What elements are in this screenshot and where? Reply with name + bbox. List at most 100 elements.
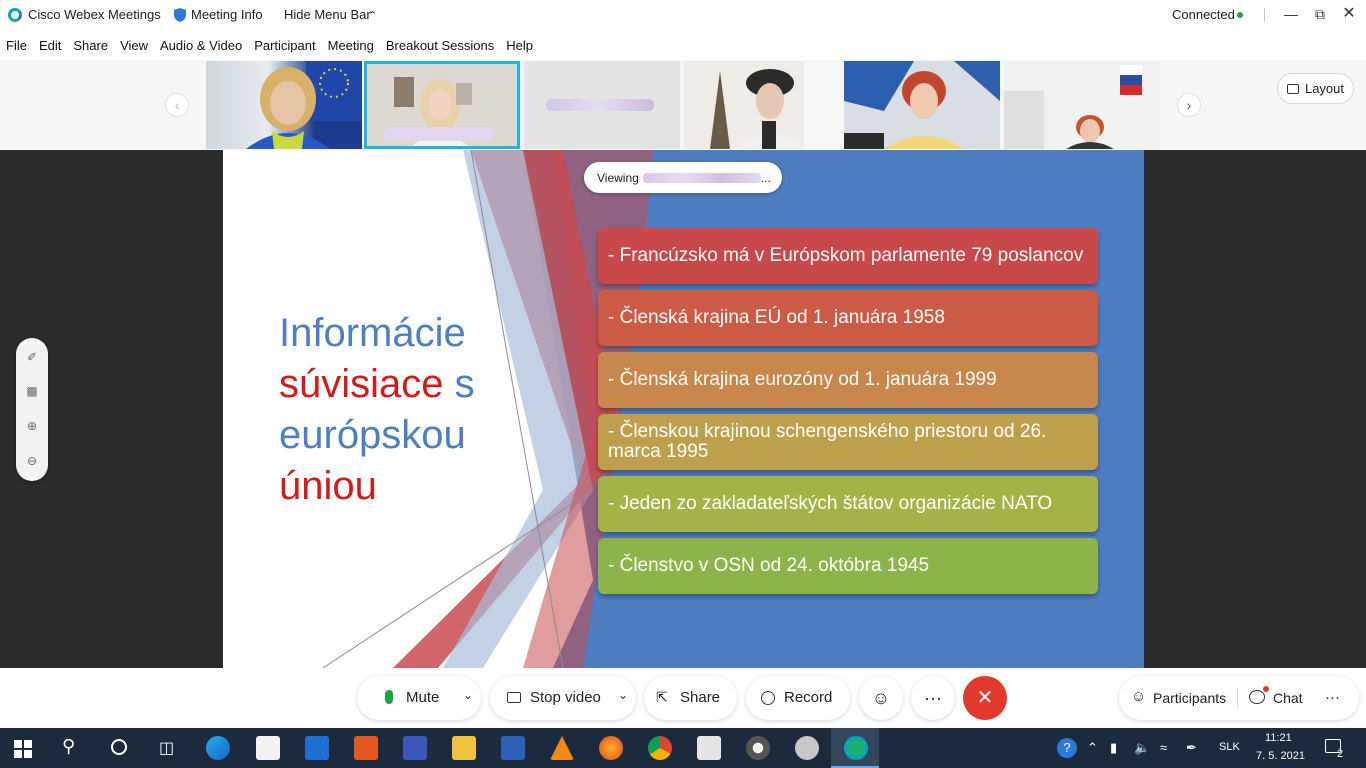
video-camera-icon: [507, 692, 521, 703]
connection-dot-icon: [1237, 12, 1243, 18]
language-indicator[interactable]: SLK: [1219, 741, 1240, 753]
menu-view[interactable]: View: [120, 38, 148, 53]
share-icon: ⇱: [656, 689, 668, 705]
cortana-icon[interactable]: [111, 739, 127, 755]
zoom-out-icon[interactable]: ⊖: [24, 454, 40, 470]
video-thumbnail-strip: [0, 60, 1366, 150]
notification-count: 2: [1337, 748, 1344, 760]
minimize-icon[interactable]: —: [1279, 4, 1303, 24]
meeting-info-button[interactable]: Meeting Info: [191, 7, 263, 22]
task-view-icon[interactable]: ◫: [159, 738, 174, 758]
connection-status: Connected: [1172, 7, 1235, 22]
end-meeting-button[interactable]: ✕: [963, 676, 1007, 720]
save-disk-icon[interactable]: [403, 736, 427, 760]
participant-video-thumbnail[interactable]: [1004, 61, 1160, 149]
menu-meeting[interactable]: Meeting: [328, 38, 374, 53]
participant-video-image: [844, 61, 1000, 149]
clock-time[interactable]: 11:21: [1265, 732, 1292, 744]
chat-button[interactable]: Chat: [1247, 676, 1321, 720]
participant-video-image: [684, 61, 840, 149]
menu-breakout-sessions[interactable]: Breakout Sessions: [386, 38, 494, 53]
chrome-icon[interactable]: [648, 736, 672, 760]
menu-help[interactable]: Help: [506, 38, 533, 53]
slide-bullet: - Členská krajina EÚ od 1. januára 1958: [598, 290, 1098, 346]
slide-title: Informácie súvisiace s európskou úniou: [279, 308, 519, 512]
chat-bubble-icon: [1249, 690, 1265, 704]
annotation-toolbar: ✐ ▩ ⊕ ⊖: [16, 338, 48, 481]
file-explorer-icon[interactable]: [452, 736, 476, 760]
zoom-in-icon[interactable]: ⊕: [24, 419, 40, 435]
panels-bar: ☺ Participants Chat ···: [1119, 676, 1359, 720]
share-button[interactable]: ⇱ Share: [644, 676, 737, 720]
office-icon[interactable]: [354, 736, 378, 760]
divider: [1264, 8, 1265, 22]
slide-bullet: - Členská krajina eurozóny od 1. januára…: [598, 352, 1098, 408]
close-icon[interactable]: ✕: [1337, 4, 1361, 24]
chevron-down-icon[interactable]: ⌄: [463, 688, 473, 702]
pen-icon[interactable]: ✒: [1186, 740, 1197, 756]
document-icon[interactable]: [697, 736, 721, 760]
chevron-up-icon[interactable]: ⌃: [368, 9, 377, 22]
media-player-icon[interactable]: [746, 736, 770, 760]
volume-icon[interactable]: 🔈: [1134, 740, 1150, 756]
webex-logo-icon: [8, 8, 22, 22]
record-icon: [761, 691, 775, 705]
participant-video-thumbnail[interactable]: [844, 61, 1000, 149]
presenter-name-blurred: [642, 172, 761, 183]
title-line-4: úniou: [279, 464, 377, 508]
mail-icon[interactable]: [305, 736, 329, 760]
participant-video-thumbnail[interactable]: [524, 61, 680, 149]
clock-date[interactable]: 7. 5. 2021: [1256, 750, 1305, 762]
word-icon[interactable]: [501, 736, 525, 760]
menu-participant[interactable]: Participant: [254, 38, 315, 53]
participant-video-thumbnail-active[interactable]: [364, 61, 520, 149]
menu-file[interactable]: File: [6, 38, 27, 53]
participant-video-thumbnail[interactable]: [206, 61, 362, 149]
help-icon[interactable]: ?: [1057, 738, 1077, 758]
participant-video-image: [246, 61, 362, 149]
windows-start-icon[interactable]: [14, 740, 32, 758]
divider: [1237, 688, 1238, 708]
microphone-icon: [385, 690, 393, 704]
menu-edit[interactable]: Edit: [39, 38, 61, 53]
reactions-button[interactable]: ☺: [859, 676, 903, 720]
slide-bullet: - Členstvo v OSN od 24. októbra 1945: [598, 538, 1098, 594]
mute-button[interactable]: Mute ⌄: [357, 676, 481, 720]
chevron-up-icon[interactable]: ⌃: [1087, 740, 1098, 756]
layout-button[interactable]: Layout: [1277, 73, 1354, 104]
store-icon[interactable]: [256, 736, 280, 760]
layout-icon: [1286, 83, 1299, 94]
participant-video-thumbnail[interactable]: [684, 61, 840, 149]
more-options-button[interactable]: ···: [911, 676, 955, 720]
webex-icon[interactable]: [844, 736, 868, 760]
participant-name-blurred: [546, 99, 654, 111]
slide-bullet: - Francúzsko má v Európskom parlamente 7…: [598, 228, 1098, 284]
record-button[interactable]: Record: [746, 676, 850, 720]
more-options-button[interactable]: ···: [1325, 689, 1340, 706]
menu-share[interactable]: Share: [73, 38, 108, 53]
person-icon: ☺: [1131, 688, 1147, 705]
search-icon[interactable]: ⚲: [62, 736, 75, 757]
menu-audio-video[interactable]: Audio & Video: [160, 38, 242, 53]
shared-slide: Informácie súvisiace s európskou úniou -…: [223, 150, 1144, 668]
stop-video-button[interactable]: Stop video ⌄: [490, 676, 636, 720]
paint-icon[interactable]: [795, 736, 819, 760]
wifi-icon[interactable]: ≈: [1160, 740, 1167, 755]
eraser-icon[interactable]: ▩: [24, 384, 40, 400]
restore-icon[interactable]: ⧉: [1308, 4, 1332, 24]
pen-icon[interactable]: ✐: [24, 350, 40, 366]
participants-button[interactable]: ☺ Participants: [1127, 676, 1245, 720]
viewing-indicator[interactable]: Viewing ...: [584, 162, 782, 193]
edge-icon[interactable]: [206, 736, 230, 760]
hide-menu-bar-button[interactable]: Hide Menu Bar: [284, 7, 371, 22]
chevron-right-icon[interactable]: ›: [1177, 93, 1201, 117]
notification-dot: [1263, 686, 1269, 692]
title-line-3: európskou: [279, 413, 466, 457]
battery-icon[interactable]: ▮: [1110, 740, 1117, 756]
firefox-icon[interactable]: [599, 736, 623, 760]
participant-video-image: [1004, 61, 1160, 149]
chevron-down-icon[interactable]: ⌄: [618, 688, 628, 702]
chevron-left-icon[interactable]: ‹: [165, 93, 189, 117]
close-icon: ✕: [976, 687, 994, 709]
smiley-icon: ☺: [871, 688, 891, 708]
